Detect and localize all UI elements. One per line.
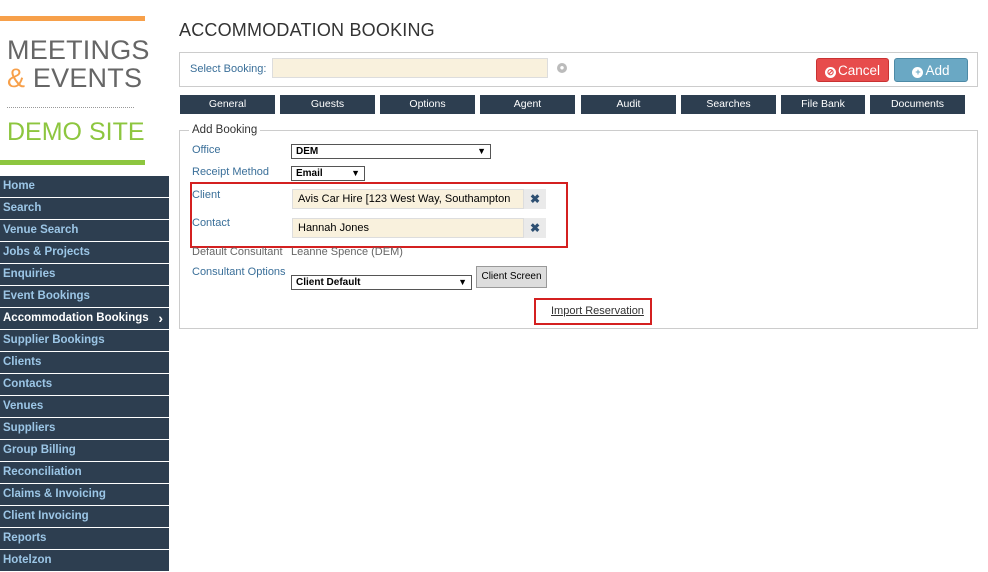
- import-reservation-link[interactable]: Import Reservation: [551, 305, 644, 317]
- tab-agent[interactable]: Agent: [480, 95, 575, 114]
- sidebar: MEETINGS & EVENTS DEMO SITE Home Search Ve…: [0, 0, 169, 571]
- select-booking-input[interactable]: [272, 58, 548, 78]
- sidebar-item-event-bookings[interactable]: Event Bookings: [0, 286, 169, 307]
- sidebar-item-label: Accommodation Bookings: [3, 312, 149, 324]
- consultant-options-select[interactable]: Client Default ▼: [291, 275, 472, 290]
- chevron-right-icon: ›: [158, 310, 163, 326]
- sidebar-item-label: Reconciliation: [3, 466, 82, 478]
- tab-audit[interactable]: Audit: [581, 95, 676, 114]
- sidebar-item-label: Home: [3, 180, 35, 192]
- sidebar-item-label: Enquiries: [3, 268, 56, 280]
- sidebar-item-label: Event Bookings: [3, 290, 90, 302]
- sidebar-item-jobs-projects[interactable]: Jobs & Projects: [0, 242, 169, 263]
- orange-accent-bar: [0, 16, 145, 21]
- sidebar-item-label: Venue Search: [3, 224, 79, 236]
- cancel-button[interactable]: ⊘ Cancel: [816, 58, 889, 82]
- add-button[interactable]: + Add: [894, 58, 968, 82]
- add-booking-legend: Add Booking: [189, 124, 261, 136]
- sidebar-item-label: Client Invoicing: [3, 510, 89, 522]
- sidebar-item-label: Supplier Bookings: [3, 334, 105, 346]
- office-select[interactable]: DEM ▼: [291, 144, 491, 159]
- receipt-method-select[interactable]: Email ▼: [291, 166, 365, 181]
- sidebar-item-venues[interactable]: Venues: [0, 396, 169, 417]
- sidebar-nav: Home Search Venue Search Jobs & Projects Enq…: [0, 176, 169, 572]
- logo-separator: [7, 107, 134, 108]
- office-label: Office: [192, 144, 221, 156]
- add-button-label: Add: [925, 63, 950, 78]
- tab-file-bank[interactable]: File Bank: [781, 95, 865, 114]
- tab-general[interactable]: General: [180, 95, 275, 114]
- select-booking-label: Select Booking:: [190, 63, 267, 75]
- sidebar-item-home[interactable]: Home: [0, 176, 169, 197]
- sidebar-item-enquiries[interactable]: Enquiries: [0, 264, 169, 285]
- sidebar-item-search[interactable]: Search: [0, 198, 169, 219]
- select-booking-bar: Select Booking: ● ⊘ Cancel + Add: [179, 52, 978, 87]
- sidebar-item-suppliers[interactable]: Suppliers: [0, 418, 169, 439]
- default-consultant-label: Default Consultant: [192, 246, 283, 258]
- logo-ampersand: &: [7, 63, 26, 93]
- chevron-down-icon: ▼: [351, 168, 360, 178]
- cancel-button-label: Cancel: [837, 63, 881, 78]
- receipt-method-value: Email: [296, 168, 323, 179]
- sidebar-item-group-billing[interactable]: Group Billing: [0, 440, 169, 461]
- ban-icon: ⊘: [824, 67, 836, 78]
- consultant-options-label: Consultant Options: [192, 266, 286, 278]
- page-title: ACCOMMODATION BOOKING: [179, 20, 435, 40]
- sidebar-item-supplier-bookings[interactable]: Supplier Bookings: [0, 330, 169, 351]
- sidebar-item-client-invoicing[interactable]: Client Invoicing: [0, 506, 169, 527]
- tab-options[interactable]: Options: [380, 95, 475, 114]
- green-accent-bar: [0, 160, 145, 165]
- sidebar-item-label: Suppliers: [3, 422, 56, 434]
- sidebar-item-label: Search: [3, 202, 42, 214]
- plus-circle-icon: +: [912, 67, 924, 78]
- sidebar-item-reconciliation[interactable]: Reconciliation: [0, 462, 169, 483]
- sidebar-item-reports[interactable]: Reports: [0, 528, 169, 549]
- sidebar-item-venue-search[interactable]: Venue Search: [0, 220, 169, 241]
- logo-line1: MEETINGS: [7, 35, 150, 65]
- tab-searches[interactable]: Searches: [681, 95, 776, 114]
- tab-guests[interactable]: Guests: [280, 95, 375, 114]
- chevron-down-icon: ▼: [477, 146, 486, 156]
- sidebar-item-contacts[interactable]: Contacts: [0, 374, 169, 395]
- chevron-down-icon: ▼: [458, 277, 467, 287]
- sidebar-item-label: Jobs & Projects: [3, 246, 90, 258]
- client-screen-button[interactable]: Client Screen: [476, 266, 547, 288]
- sidebar-item-accommodation-bookings[interactable]: Accommodation Bookings ›: [0, 308, 169, 329]
- sidebar-item-label: Contacts: [3, 378, 53, 390]
- tab-documents[interactable]: Documents: [870, 95, 965, 114]
- sidebar-item-label: Venues: [3, 400, 44, 412]
- receipt-method-label: Receipt Method: [192, 166, 270, 178]
- logo: MEETINGS & EVENTS DEMO SITE: [7, 35, 150, 146]
- logo-line2-text: EVENTS: [32, 63, 143, 93]
- sidebar-item-claims-invoicing[interactable]: Claims & Invoicing: [0, 484, 169, 505]
- sidebar-item-label: Claims & Invoicing: [3, 488, 106, 500]
- default-consultant-value: Leanne Spence (DEM): [291, 246, 403, 258]
- consultant-options-value: Client Default: [296, 277, 361, 288]
- globe-icon[interactable]: ●: [557, 63, 567, 73]
- sidebar-item-label: Group Billing: [3, 444, 76, 456]
- sidebar-item-label: Hotelzon: [3, 554, 52, 566]
- logo-line3: DEMO SITE: [7, 118, 145, 146]
- sidebar-item-label: Reports: [3, 532, 47, 544]
- logo-line2: & EVENTS: [7, 64, 147, 92]
- sidebar-item-clients[interactable]: Clients: [0, 352, 169, 373]
- office-select-value: DEM: [296, 146, 319, 157]
- sidebar-item-label: Clients: [3, 356, 42, 368]
- client-contact-highlight: [190, 182, 568, 248]
